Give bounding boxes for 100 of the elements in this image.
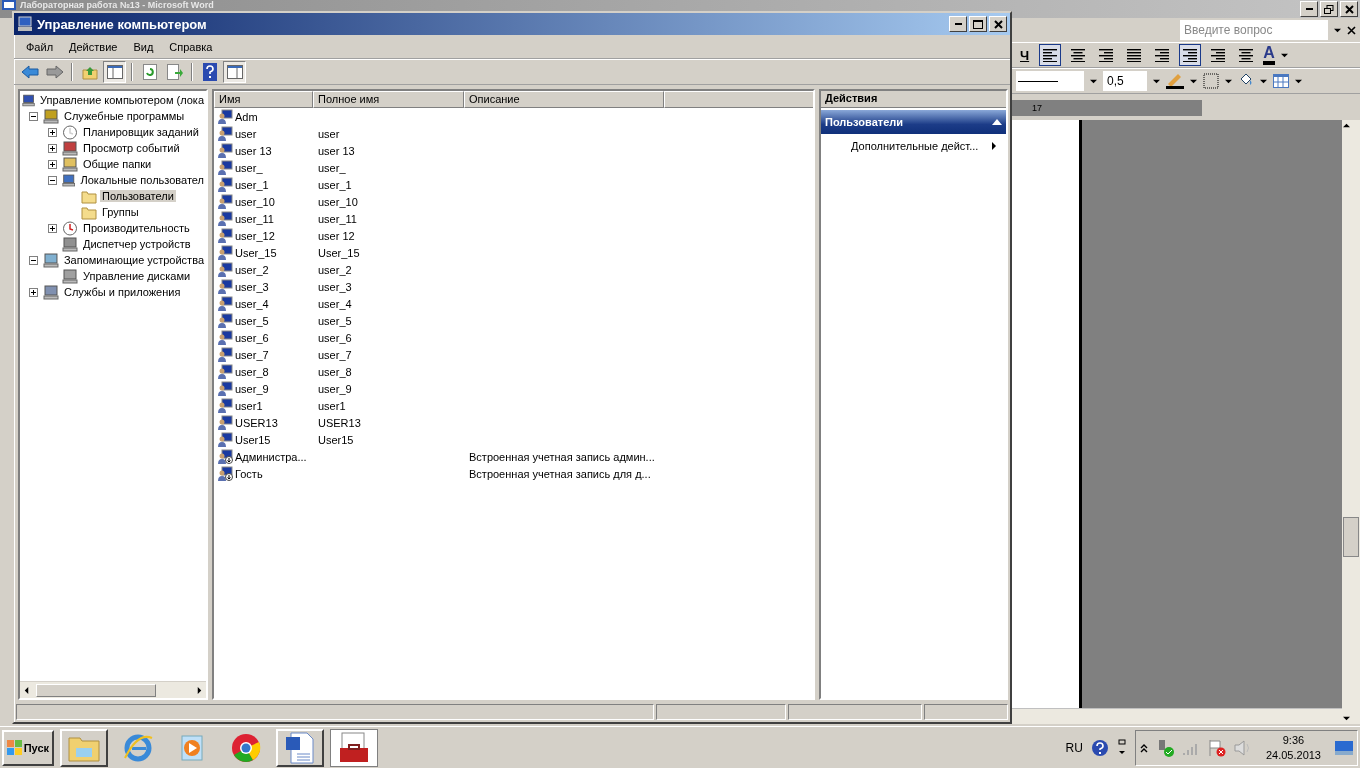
expand-button[interactable] xyxy=(48,159,57,169)
user-name[interactable]: user_7 xyxy=(234,348,269,361)
user-name[interactable]: User15 xyxy=(234,433,271,446)
clock-time[interactable]: 9:36 xyxy=(1282,732,1305,748)
forward-arrow-icon xyxy=(45,65,64,79)
dropdown-arrow-icon[interactable] xyxy=(1334,26,1341,34)
user-name[interactable]: User_15 xyxy=(234,246,277,259)
tree-item[interactable]: Служебные программы xyxy=(62,110,187,122)
collapse-button[interactable] xyxy=(29,111,38,121)
collapse-button[interactable] xyxy=(29,255,38,265)
column-header[interactable]: Описание xyxy=(464,91,664,108)
scroll-right-icon[interactable] xyxy=(196,686,203,694)
collapse-button[interactable] xyxy=(48,175,57,185)
user-name[interactable]: user_11 xyxy=(234,212,274,225)
close-button[interactable] xyxy=(989,16,1007,32)
menu-item[interactable]: Вид xyxy=(127,38,160,55)
tree-item[interactable]: Производительность xyxy=(81,222,192,234)
user-name[interactable]: user_3 xyxy=(234,280,269,293)
user-name[interactable]: user1 xyxy=(234,399,263,412)
user-name[interactable]: user_12 xyxy=(234,229,275,242)
column-header[interactable]: Имя xyxy=(214,91,313,108)
help-search-field[interactable]: Введите вопрос xyxy=(1180,20,1328,40)
column-header[interactable]: Полное имя xyxy=(313,91,464,108)
dropdown-arrow-icon[interactable] xyxy=(1090,77,1097,85)
menu-item[interactable]: Файл xyxy=(20,38,60,55)
menu-item[interactable]: Действие xyxy=(63,38,124,55)
help-icon[interactable] xyxy=(1090,738,1109,757)
font-color-button[interactable]: A xyxy=(1263,45,1275,65)
tree-item[interactable]: Просмотр событий xyxy=(81,142,182,154)
scroll-left-icon[interactable] xyxy=(23,686,30,694)
tree-item[interactable]: Управление компьютером (лока xyxy=(38,94,206,106)
dropdown-arrow-icon[interactable] xyxy=(1280,51,1288,59)
word-document-icon xyxy=(285,731,315,764)
scroll-thumb[interactable] xyxy=(1343,517,1359,557)
borders-icon[interactable] xyxy=(1203,73,1219,89)
chevron-up-icon[interactable] xyxy=(1139,742,1148,753)
actions-section-header[interactable]: Пользователи xyxy=(821,110,1006,134)
submenu-arrow-icon[interactable] xyxy=(990,142,998,150)
maximize-button[interactable] xyxy=(969,16,987,32)
scroll-down-icon[interactable] xyxy=(1343,715,1350,722)
user-name[interactable]: user_8 xyxy=(234,365,269,378)
menu-item[interactable]: Справка xyxy=(163,38,219,55)
user-name[interactable]: user 13 xyxy=(234,144,272,157)
toolbar-button[interactable] xyxy=(103,61,126,83)
pen-icon[interactable] xyxy=(1166,73,1184,89)
collapse-icon[interactable] xyxy=(992,119,1002,125)
table-icon[interactable] xyxy=(1273,74,1289,88)
tree-item[interactable]: Локальные пользовател xyxy=(78,174,206,186)
user-name[interactable]: user_10 xyxy=(234,195,275,208)
tree-item[interactable]: Диспетчер устройств xyxy=(81,238,193,250)
dropdown-arrow-icon[interactable] xyxy=(1225,77,1232,85)
minimize-icon xyxy=(954,23,962,25)
user-name[interactable]: user_2 xyxy=(234,263,269,276)
user-name[interactable]: user_9 xyxy=(234,382,269,395)
user-name[interactable]: user_5 xyxy=(234,314,269,327)
clock-date[interactable]: 24.05.2013 xyxy=(1265,747,1321,763)
dropdown-arrow-icon[interactable] xyxy=(1260,77,1267,85)
user-name[interactable]: user_4 xyxy=(234,297,269,310)
underline-button[interactable]: Ч xyxy=(1016,47,1034,63)
expand-button[interactable] xyxy=(48,143,57,153)
user-name[interactable]: USER13 xyxy=(234,416,278,429)
tree-item[interactable]: Группы xyxy=(100,206,141,218)
horizontal-scrollbar[interactable] xyxy=(20,681,206,698)
user-name[interactable]: Adm xyxy=(234,110,258,123)
dropdown-arrow-icon[interactable] xyxy=(1153,77,1160,85)
restore-button[interactable] xyxy=(1320,1,1338,17)
expand-button[interactable] xyxy=(29,287,38,297)
minimize-button[interactable] xyxy=(1300,1,1318,17)
language-indicator[interactable]: RU xyxy=(1065,740,1083,755)
tree-item[interactable]: Планировщик заданий xyxy=(81,126,201,138)
action-item[interactable]: Дополнительные дейст... xyxy=(851,140,982,152)
expand-button[interactable] xyxy=(48,223,57,233)
user-name[interactable]: user_ xyxy=(234,161,263,174)
tree-item[interactable]: Запоминающие устройства xyxy=(61,254,206,266)
close-button[interactable] xyxy=(1340,1,1358,17)
align-left-button[interactable] xyxy=(1039,44,1062,66)
scroll-up-icon[interactable] xyxy=(1343,122,1350,129)
show-desktop-icon[interactable] xyxy=(1335,740,1353,755)
expand-button[interactable] xyxy=(48,127,57,137)
dropdown-arrow-icon[interactable] xyxy=(1190,77,1197,85)
tree-item[interactable]: Общие папки xyxy=(81,158,154,170)
toolbar-button[interactable] xyxy=(223,61,246,83)
horizontal-scrollbar[interactable] xyxy=(1012,708,1342,724)
flag-error-icon[interactable] xyxy=(1207,738,1226,757)
tree-item[interactable]: Пользователи xyxy=(100,190,176,202)
tree-item[interactable]: Управление дисками xyxy=(81,270,193,282)
word-app-icon xyxy=(2,0,16,10)
vertical-scrollbar[interactable] xyxy=(1342,120,1360,724)
line-weight-field[interactable]: 0,5 xyxy=(1103,71,1147,91)
dropdown-arrow-icon[interactable] xyxy=(1295,77,1302,85)
tree-item[interactable]: Службы и приложения xyxy=(62,286,183,298)
close-icon[interactable] xyxy=(1347,25,1356,35)
user-name[interactable]: user_1 xyxy=(234,178,269,191)
user-name[interactable]: user xyxy=(234,127,257,140)
taskbar-button[interactable] xyxy=(330,728,378,767)
start-button[interactable]: Пуск xyxy=(2,729,54,766)
line-style-combo[interactable] xyxy=(1016,71,1084,91)
numbered-list-button[interactable] xyxy=(1179,44,1202,66)
user-name[interactable]: user_6 xyxy=(234,331,269,344)
minimize-button[interactable] xyxy=(949,16,967,32)
